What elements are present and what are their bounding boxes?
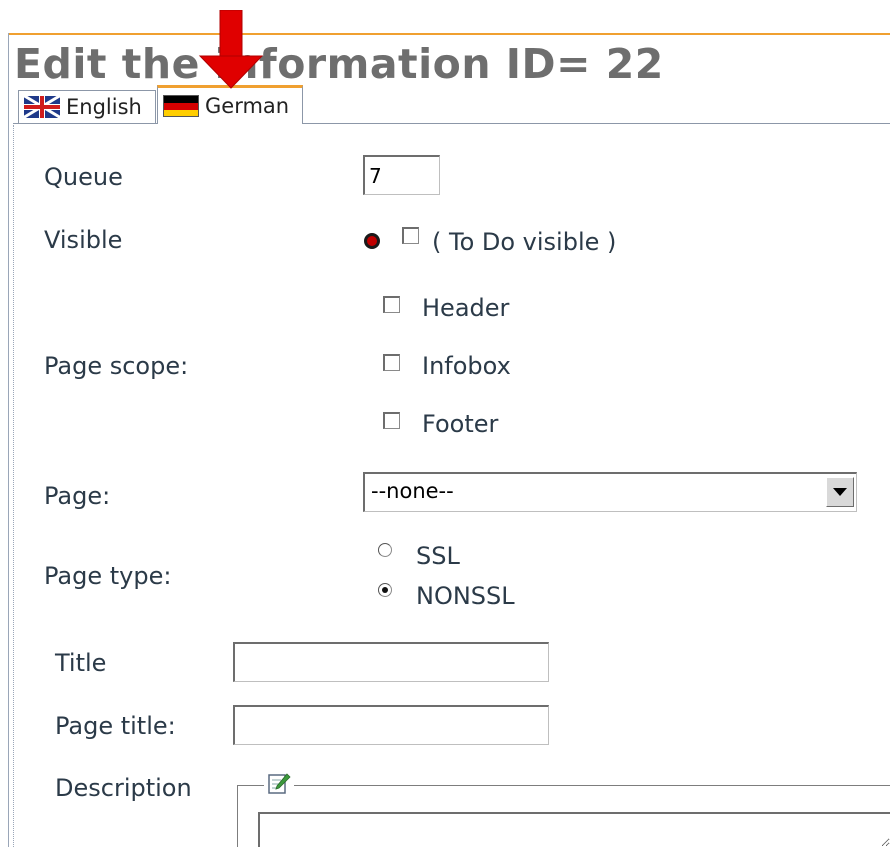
required-indicator-icon bbox=[364, 233, 380, 249]
page-title-label: Page title: bbox=[55, 712, 176, 740]
visible-option-label: ( To Do visible ) bbox=[432, 228, 617, 256]
panel-inner-border bbox=[13, 125, 14, 847]
queue-input[interactable] bbox=[363, 155, 440, 195]
tab-german-label: German bbox=[205, 94, 290, 118]
tab-english-label: English bbox=[66, 95, 142, 119]
page-title: Edit the information ID= 22 bbox=[14, 40, 664, 88]
tab-german[interactable]: German bbox=[157, 85, 303, 124]
infobox-checkbox[interactable] bbox=[383, 354, 400, 371]
description-textarea[interactable] bbox=[258, 812, 890, 847]
queue-label: Queue bbox=[44, 163, 123, 191]
edit-note-icon[interactable] bbox=[264, 770, 294, 798]
page-label: Page: bbox=[44, 482, 111, 510]
footer-checkbox[interactable] bbox=[383, 412, 400, 429]
page-title-input[interactable] bbox=[233, 705, 549, 745]
footer-option-label: Footer bbox=[422, 410, 499, 438]
nonssl-radio[interactable] bbox=[378, 583, 392, 597]
page-select-value: --none-- bbox=[371, 479, 454, 503]
page-select[interactable]: --none-- bbox=[363, 472, 857, 512]
title-input[interactable] bbox=[233, 642, 549, 682]
red-arrow-annotation-icon bbox=[198, 10, 264, 89]
uk-flag-icon bbox=[24, 96, 60, 118]
description-label: Description bbox=[55, 774, 192, 802]
infobox-option-label: Infobox bbox=[422, 352, 511, 380]
header-checkbox[interactable] bbox=[383, 296, 400, 313]
ssl-option-label: SSL bbox=[416, 542, 460, 570]
page-type-label: Page type: bbox=[44, 562, 172, 590]
nonssl-option-label: NONSSL bbox=[416, 582, 515, 610]
title-label: Title bbox=[55, 649, 107, 677]
page-scope-label: Page scope: bbox=[44, 352, 189, 380]
tabs-baseline bbox=[13, 123, 890, 124]
tab-english[interactable]: English bbox=[18, 90, 156, 123]
ssl-radio[interactable] bbox=[378, 543, 392, 557]
visible-checkbox[interactable] bbox=[402, 227, 419, 244]
dropdown-arrow-icon[interactable] bbox=[826, 477, 854, 507]
header-accent-rule bbox=[8, 33, 890, 35]
panel-left-border bbox=[8, 33, 9, 847]
german-flag-icon bbox=[163, 95, 199, 117]
visible-label: Visible bbox=[44, 226, 123, 254]
header-option-label: Header bbox=[422, 294, 510, 322]
